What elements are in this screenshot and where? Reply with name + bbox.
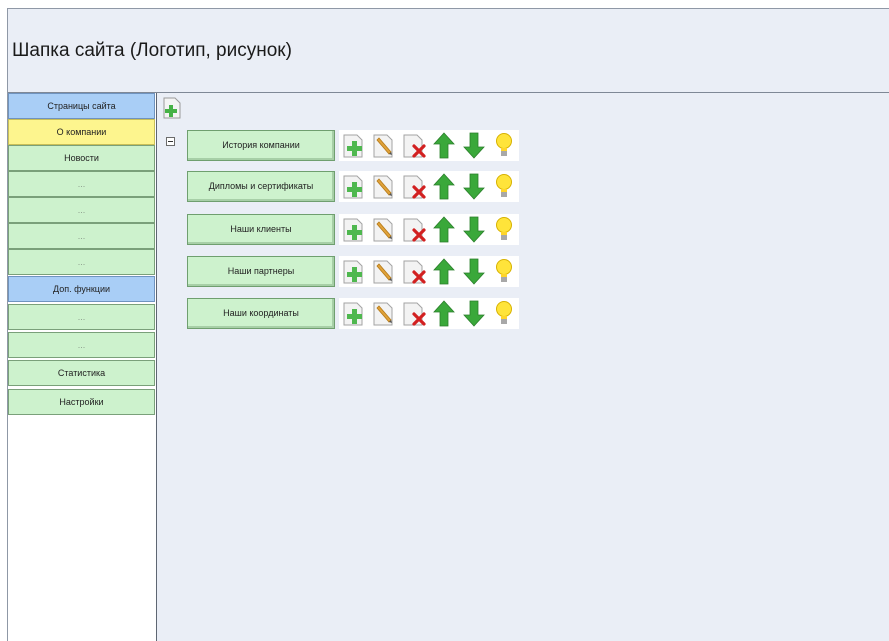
sidebar-item[interactable]: ...	[8, 304, 155, 330]
lightbulb-icon[interactable]	[489, 130, 519, 161]
sidebar-item[interactable]: Доп. функции	[8, 276, 155, 302]
site-header: Шапка сайта (Логотип, рисунок)	[8, 9, 889, 93]
move-up-icon[interactable]	[429, 256, 459, 287]
add-icon[interactable]	[339, 130, 369, 161]
page-button[interactable]: Наши партнеры	[187, 256, 335, 287]
move-down-icon[interactable]	[459, 214, 489, 245]
row-actions	[339, 130, 519, 161]
delete-icon[interactable]	[399, 256, 429, 287]
lightbulb-icon[interactable]	[489, 298, 519, 329]
sidebar-item[interactable]: ...	[8, 197, 155, 223]
row-actions	[339, 171, 519, 202]
edit-icon[interactable]	[369, 171, 399, 202]
move-up-icon[interactable]	[429, 298, 459, 329]
add-page-icon[interactable]	[163, 97, 181, 119]
sidebar-item[interactable]: Страницы сайта	[8, 93, 155, 119]
page-title: Шапка сайта (Логотип, рисунок)	[12, 40, 292, 61]
row-actions	[339, 298, 519, 329]
sidebar: Страницы сайта О компании Новости.........…	[8, 93, 157, 641]
move-up-icon[interactable]	[429, 214, 459, 245]
delete-icon[interactable]	[399, 130, 429, 161]
edit-icon[interactable]	[369, 130, 399, 161]
row-actions	[339, 256, 519, 287]
app-window: Шапка сайта (Логотип, рисунок) Страницы …	[7, 8, 889, 641]
sidebar-item[interactable]: Новости	[8, 145, 155, 171]
edit-icon[interactable]	[369, 298, 399, 329]
move-down-icon[interactable]	[459, 171, 489, 202]
add-icon[interactable]	[339, 298, 369, 329]
sidebar-item[interactable]: О компании	[8, 119, 155, 145]
sidebar-item[interactable]: ...	[8, 223, 155, 249]
delete-icon[interactable]	[399, 298, 429, 329]
page-button[interactable]: Наши координаты	[187, 298, 335, 329]
sidebar-item[interactable]: ...	[8, 171, 155, 197]
edit-icon[interactable]	[369, 214, 399, 245]
edit-icon[interactable]	[369, 256, 399, 287]
move-up-icon[interactable]	[429, 130, 459, 161]
delete-icon[interactable]	[399, 214, 429, 245]
content-panel: История компании Дипломы и сертификаты Наш…	[157, 93, 889, 641]
add-icon[interactable]	[339, 256, 369, 287]
page-button[interactable]: Дипломы и сертификаты	[187, 171, 335, 202]
add-icon[interactable]	[339, 214, 369, 245]
lightbulb-icon[interactable]	[489, 171, 519, 202]
move-down-icon[interactable]	[459, 256, 489, 287]
sidebar-item[interactable]: ...	[8, 332, 155, 358]
move-up-icon[interactable]	[429, 171, 459, 202]
page-button[interactable]: История компании	[187, 130, 335, 161]
lightbulb-icon[interactable]	[489, 256, 519, 287]
tree-collapse-toggle[interactable]	[166, 137, 175, 146]
sidebar-item[interactable]: Статистика	[8, 360, 155, 386]
lightbulb-icon[interactable]	[489, 214, 519, 245]
move-down-icon[interactable]	[459, 298, 489, 329]
delete-icon[interactable]	[399, 171, 429, 202]
row-actions	[339, 214, 519, 245]
sidebar-item[interactable]: ...	[8, 249, 155, 275]
add-icon[interactable]	[339, 171, 369, 202]
move-down-icon[interactable]	[459, 130, 489, 161]
sidebar-item[interactable]: Настройки	[8, 389, 155, 415]
page-button[interactable]: Наши клиенты	[187, 214, 335, 245]
